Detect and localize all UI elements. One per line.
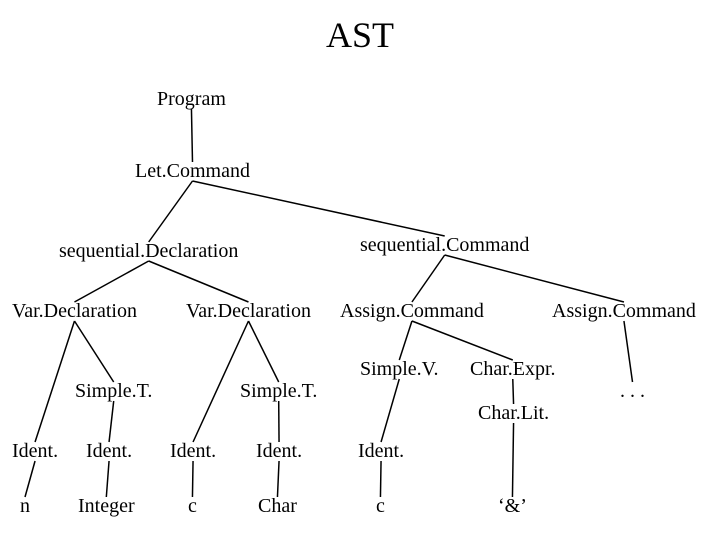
tree-node-vardecl1: Var.Declaration bbox=[12, 300, 137, 323]
tree-node-assign2: Assign.Command bbox=[552, 300, 696, 323]
tree-node-leaf_char: Char bbox=[258, 495, 297, 518]
tree-node-ident1: Ident. bbox=[12, 440, 58, 463]
tree-node-ident21: Ident. bbox=[86, 440, 132, 463]
ast-diagram: AST ProgramLet.Commandsequential.Declara… bbox=[0, 0, 720, 540]
tree-node-letcmd: Let.Command bbox=[135, 160, 250, 183]
tree-node-simplet2: Simple.T. bbox=[240, 380, 317, 403]
tree-node-leaf_integer: Integer bbox=[78, 495, 135, 518]
tree-node-simplev: Simple.V. bbox=[360, 358, 439, 381]
tree-node-charlit: Char.Lit. bbox=[478, 402, 549, 425]
tree-node-assign1: Assign.Command bbox=[340, 300, 484, 323]
tree-node-dots: . . . bbox=[620, 380, 645, 403]
tree-node-charexpr: Char.Expr. bbox=[470, 358, 556, 381]
tree-node-simplet1: Simple.T. bbox=[75, 380, 152, 403]
tree-node-vardecl2: Var.Declaration bbox=[186, 300, 311, 323]
tree-node-ident22: Ident. bbox=[170, 440, 216, 463]
tree-node-program: Program bbox=[157, 88, 226, 111]
tree-node-leaf_amp: ‘&’ bbox=[498, 495, 527, 518]
tree-node-seqcmd: sequential.Command bbox=[360, 234, 529, 257]
tree-node-seqdecl: sequential.Declaration bbox=[59, 240, 238, 263]
tree-node-ident23: Ident. bbox=[256, 440, 302, 463]
tree-node-leaf_c2: c bbox=[376, 495, 385, 518]
tree-node-leaf_c1: c bbox=[188, 495, 197, 518]
tree-node-leaf_n: n bbox=[20, 495, 30, 518]
tree-node-ident3: Ident. bbox=[358, 440, 404, 463]
